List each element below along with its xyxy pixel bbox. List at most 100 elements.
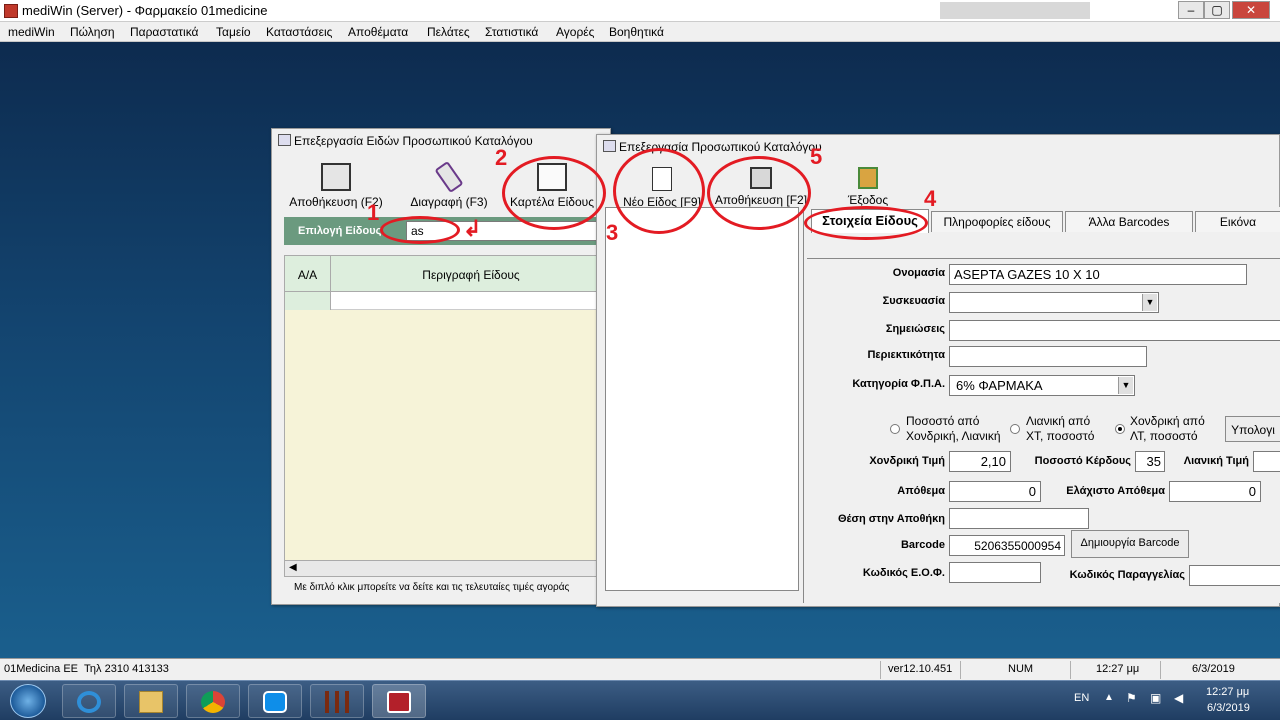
catalog-edit-window: Επεξεργασία Προσωπικού Καταλόγου Νέο Είδ… — [596, 134, 1280, 607]
menu-documents[interactable]: Παραστατικά — [130, 25, 198, 39]
maximize-button[interactable]: ▢ — [1204, 1, 1230, 19]
monitor-icon — [321, 163, 351, 191]
status-numlock: NUM — [1008, 663, 1034, 675]
annotation-arrow-icon: ↲ — [463, 216, 482, 241]
status-separator — [960, 661, 961, 679]
chevron-down-icon[interactable]: ▼ — [1118, 377, 1133, 394]
vat-value: 6% ΦΑΡΜΑΚΑ — [956, 378, 1043, 393]
menu-customers[interactable]: Πελάτες — [427, 25, 470, 39]
notes-label: Σημειώσεις — [885, 323, 945, 335]
menu-stock[interactable]: Αποθέματα — [348, 25, 408, 39]
annotation-number-4: 4 — [924, 186, 937, 211]
language-indicator[interactable]: EN — [1074, 692, 1089, 704]
document-list-icon — [537, 163, 567, 191]
radio-retail-from-wholesale[interactable] — [1010, 424, 1020, 434]
close-button[interactable]: ✕ — [1232, 1, 1270, 19]
stock-field[interactable]: 0 — [949, 481, 1041, 502]
menu-bar: mediWin Πώληση Παραστατικά Ταμείο Καταστ… — [0, 22, 1280, 42]
status-date: 6/3/2019 — [1192, 663, 1235, 675]
minstock-field[interactable]: 0 — [1169, 481, 1261, 502]
taskbar-teamviewer[interactable] — [248, 684, 302, 718]
annotation-number-5: 5 — [810, 144, 823, 169]
radio-wholesale-from-retail[interactable] — [1115, 424, 1125, 434]
status-phone: Τηλ 2310 413133 — [84, 663, 169, 675]
menu-utilities[interactable]: Βοηθητικά — [609, 25, 664, 39]
save-catalog-button[interactable]: Αποθήκευση [F2] — [711, 167, 811, 207]
tray-time[interactable]: 12:27 μμ — [1206, 686, 1249, 698]
profit-field[interactable]: 35 — [1135, 451, 1165, 472]
taskbar-file-explorer[interactable] — [124, 684, 178, 718]
minstock-label: Ελάχιστο Απόθεμα — [1066, 485, 1165, 497]
taskbar: EN ▲ ⚑ ▣ ◀ 12:27 μμ 6/3/2019 — [0, 680, 1280, 720]
menu-sales[interactable]: Πώληση — [70, 25, 115, 39]
calculate-button[interactable]: Υπολογι — [1225, 416, 1280, 442]
menu-cashier[interactable]: Ταμείο — [216, 25, 251, 39]
annotation-number-2: 2 — [495, 145, 508, 170]
app-icon — [4, 4, 18, 18]
tab-other-barcodes[interactable]: Άλλα Barcodes — [1065, 211, 1193, 232]
status-separator — [1070, 661, 1071, 679]
horizontal-scrollbar[interactable]: ◀ — [285, 560, 611, 576]
taskbar-internet-explorer[interactable] — [62, 684, 116, 718]
search-row: Επιλογή Είδους as — [284, 217, 612, 245]
content-label: Περιεκτικότητα — [867, 349, 945, 361]
tab-item-info[interactable]: Πληροφορίες είδους — [931, 211, 1063, 232]
stock-label: Απόθεμα — [897, 485, 945, 497]
radio-margin-from-wholesale-retail[interactable] — [890, 424, 900, 434]
name-field[interactable]: ASEPTA GAZES 10 X 10 — [949, 264, 1247, 285]
search-label: Επιλογή Είδους — [298, 225, 382, 237]
minimize-button[interactable]: – — [1178, 1, 1204, 19]
menu-mediwin[interactable]: mediWin — [8, 25, 55, 39]
delete-button-label: Διαγραφή (F3) — [410, 195, 488, 209]
eof-code-field[interactable] — [949, 562, 1041, 583]
search-input[interactable]: as — [406, 221, 610, 241]
item-card-label: Καρτέλα Είδους — [510, 195, 594, 209]
item-card-button[interactable]: Καρτέλα Είδους — [507, 163, 597, 209]
exit-button[interactable]: Έξοδος — [833, 167, 903, 207]
taskbar-mediwin-app[interactable] — [372, 684, 426, 718]
status-separator — [880, 661, 881, 679]
content-field[interactable] — [949, 346, 1147, 367]
vat-label: Κατηγορία Φ.Π.Α. — [852, 378, 945, 390]
delete-button[interactable]: Διαγραφή (F3) — [404, 160, 494, 209]
action-center-icon[interactable]: ▣ — [1150, 691, 1161, 705]
window-icon — [278, 134, 291, 146]
tab-image[interactable]: Εικόνα — [1195, 211, 1280, 232]
taskbar-mediwin-tool[interactable] — [310, 684, 364, 718]
taskbar-chrome[interactable] — [186, 684, 240, 718]
items-table: Α/Α Περιγραφή Είδους ◀ — [284, 255, 611, 577]
chevron-down-icon[interactable]: ▼ — [1142, 294, 1157, 311]
status-bar: 01Medicina ΕΕ Τηλ 2310 413133 ver12.10.4… — [0, 658, 1280, 680]
tray-date[interactable]: 6/3/2019 — [1207, 702, 1250, 714]
package-select[interactable]: ▼ — [949, 292, 1159, 313]
col-header-aa[interactable]: Α/Α — [285, 256, 331, 292]
new-item-button[interactable]: Νέο Είδος [F9] — [617, 167, 707, 209]
location-field[interactable] — [949, 508, 1089, 529]
order-code-field[interactable] — [1189, 565, 1280, 586]
teamviewer-icon — [263, 691, 287, 713]
row-selector[interactable] — [285, 292, 331, 310]
status-separator — [1160, 661, 1161, 679]
vat-select[interactable]: 6% ΦΑΡΜΑΚΑ ▼ — [949, 375, 1135, 396]
exit-label: Έξοδος — [847, 193, 889, 207]
tab-item-details[interactable]: Στοιχεία Είδους — [811, 209, 929, 233]
scroll-left-icon[interactable]: ◀ — [289, 562, 297, 573]
menu-reports[interactable]: Καταστάσεις — [266, 25, 332, 39]
wholesale-price-field[interactable]: 2,10 — [949, 451, 1011, 472]
table-row[interactable] — [331, 292, 611, 310]
volume-icon[interactable]: ◀ — [1174, 691, 1183, 705]
create-barcode-button[interactable]: Δημιουργία Barcode — [1071, 530, 1189, 558]
col-header-description[interactable]: Περιγραφή Είδους — [331, 256, 611, 292]
menu-purchases[interactable]: Αγορές — [556, 25, 594, 39]
menu-statistics[interactable]: Στατιστικά — [485, 25, 538, 39]
item-list-panel[interactable] — [605, 207, 799, 591]
network-icon[interactable]: ⚑ — [1126, 691, 1137, 705]
start-orb-icon[interactable] — [10, 684, 46, 718]
items-window-titlebar: Επεξεργασία Ειδών Προσωπικού Καταλόγου — [272, 129, 610, 151]
retail-price-field[interactable] — [1253, 451, 1280, 472]
tray-arrow-icon[interactable]: ▲ — [1104, 692, 1114, 703]
barcode-field[interactable]: 5206355000954 — [949, 535, 1065, 556]
retail-label: Λιανική Τιμή — [1183, 455, 1249, 467]
eraser-icon — [434, 160, 464, 194]
notes-field[interactable] — [949, 320, 1280, 341]
